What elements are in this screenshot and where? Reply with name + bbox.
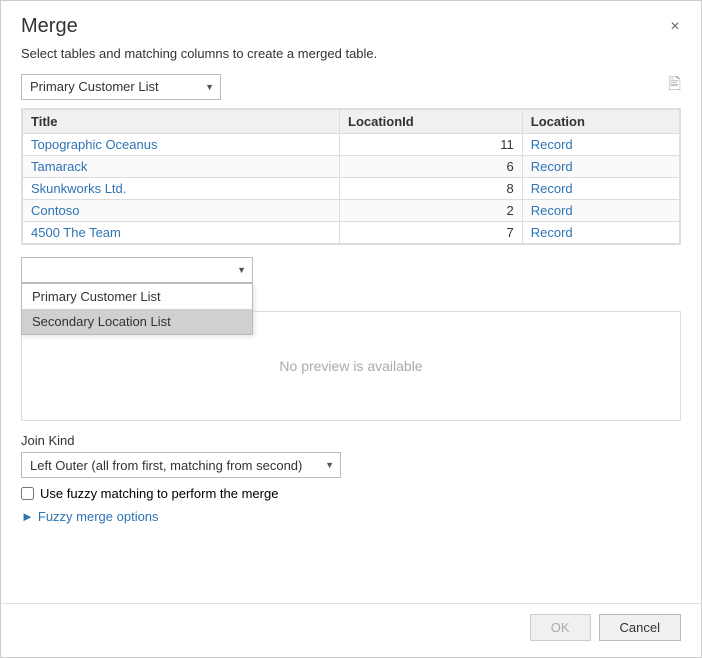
col-locationid-header: LocationId — [340, 110, 523, 134]
cell-locationid: 2 — [340, 200, 523, 222]
table-row: 4500 The Team7Record — [23, 222, 680, 244]
secondary-option-primary[interactable]: Primary Customer List — [22, 284, 252, 309]
cancel-button[interactable]: Cancel — [599, 614, 681, 641]
cell-location[interactable]: Record — [522, 200, 679, 222]
primary-section: Primary Customer List ▼ 🖹 Title Location… — [21, 73, 681, 245]
cell-title[interactable]: Tamarack — [23, 156, 340, 178]
ok-button[interactable]: OK — [530, 614, 591, 641]
merge-dialog: Merge × Select tables and matching colum… — [0, 0, 702, 658]
secondary-dropdown-menu: Primary Customer List Secondary Location… — [21, 283, 253, 335]
dialog-title: Merge — [21, 15, 78, 38]
dialog-footer: OK Cancel — [1, 603, 701, 657]
primary-table-container: Title LocationId Location Topographic Oc… — [21, 108, 681, 245]
cell-location[interactable]: Record — [522, 134, 679, 156]
secondary-dropdown-arrow-icon: ▼ — [237, 265, 246, 275]
join-kind-label: Join Kind — [21, 433, 681, 448]
join-kind-value: Left Outer (all from first, matching fro… — [30, 458, 302, 473]
secondary-option-secondary[interactable]: Secondary Location List — [22, 309, 252, 334]
cell-locationid: 11 — [340, 134, 523, 156]
close-button[interactable]: × — [665, 17, 685, 37]
fuzzy-checkbox[interactable] — [21, 487, 34, 500]
cell-locationid: 8 — [340, 178, 523, 200]
table-row: Skunkworks Ltd.8Record — [23, 178, 680, 200]
preview-message: No preview is available — [279, 358, 422, 374]
table-row: Topographic Oceanus11Record — [23, 134, 680, 156]
cell-locationid: 6 — [340, 156, 523, 178]
cell-locationid: 7 — [340, 222, 523, 244]
primary-dropdown-arrow-icon: ▼ — [205, 82, 214, 92]
fuzzy-options-toggle[interactable]: ► Fuzzy merge options — [21, 509, 681, 524]
primary-table-header-row: Title LocationId Location — [23, 110, 680, 134]
secondary-section: ▼ Primary Customer List Secondary Locati… — [21, 257, 681, 421]
fuzzy-checkbox-row: Use fuzzy matching to perform the merge — [21, 486, 681, 501]
cell-title[interactable]: Contoso — [23, 200, 340, 222]
join-kind-arrow-icon: ▼ — [325, 460, 334, 470]
primary-table: Title LocationId Location Topographic Oc… — [22, 109, 680, 244]
cell-title[interactable]: 4500 The Team — [23, 222, 340, 244]
dialog-body: Primary Customer List ▼ 🖹 Title Location… — [1, 73, 701, 603]
cell-location[interactable]: Record — [522, 156, 679, 178]
join-kind-dropdown[interactable]: Left Outer (all from first, matching fro… — [21, 452, 341, 478]
chevron-right-icon: ► — [21, 509, 34, 524]
col-location-header: Location — [522, 110, 679, 134]
cell-title[interactable]: Topographic Oceanus — [23, 134, 340, 156]
primary-dropdown-value: Primary Customer List — [30, 79, 159, 94]
page-icon: 🖹 — [668, 73, 681, 100]
cell-location[interactable]: Record — [522, 178, 679, 200]
cell-title[interactable]: Skunkworks Ltd. — [23, 178, 340, 200]
col-title-header: Title — [23, 110, 340, 134]
primary-dropdown-row: Primary Customer List ▼ 🖹 — [21, 73, 681, 100]
dialog-titlebar: Merge × — [1, 1, 701, 38]
cell-location[interactable]: Record — [522, 222, 679, 244]
secondary-dropdown-wrapper: ▼ Primary Customer List Secondary Locati… — [21, 257, 681, 283]
join-kind-section: Join Kind Left Outer (all from first, ma… — [21, 433, 681, 524]
fuzzy-checkbox-label: Use fuzzy matching to perform the merge — [40, 486, 278, 501]
fuzzy-options-label: Fuzzy merge options — [38, 509, 159, 524]
table-row: Tamarack6Record — [23, 156, 680, 178]
secondary-dropdown[interactable]: ▼ — [21, 257, 253, 283]
dialog-subtitle: Select tables and matching columns to cr… — [1, 38, 701, 73]
table-row: Contoso2Record — [23, 200, 680, 222]
primary-dropdown[interactable]: Primary Customer List ▼ — [21, 74, 221, 100]
